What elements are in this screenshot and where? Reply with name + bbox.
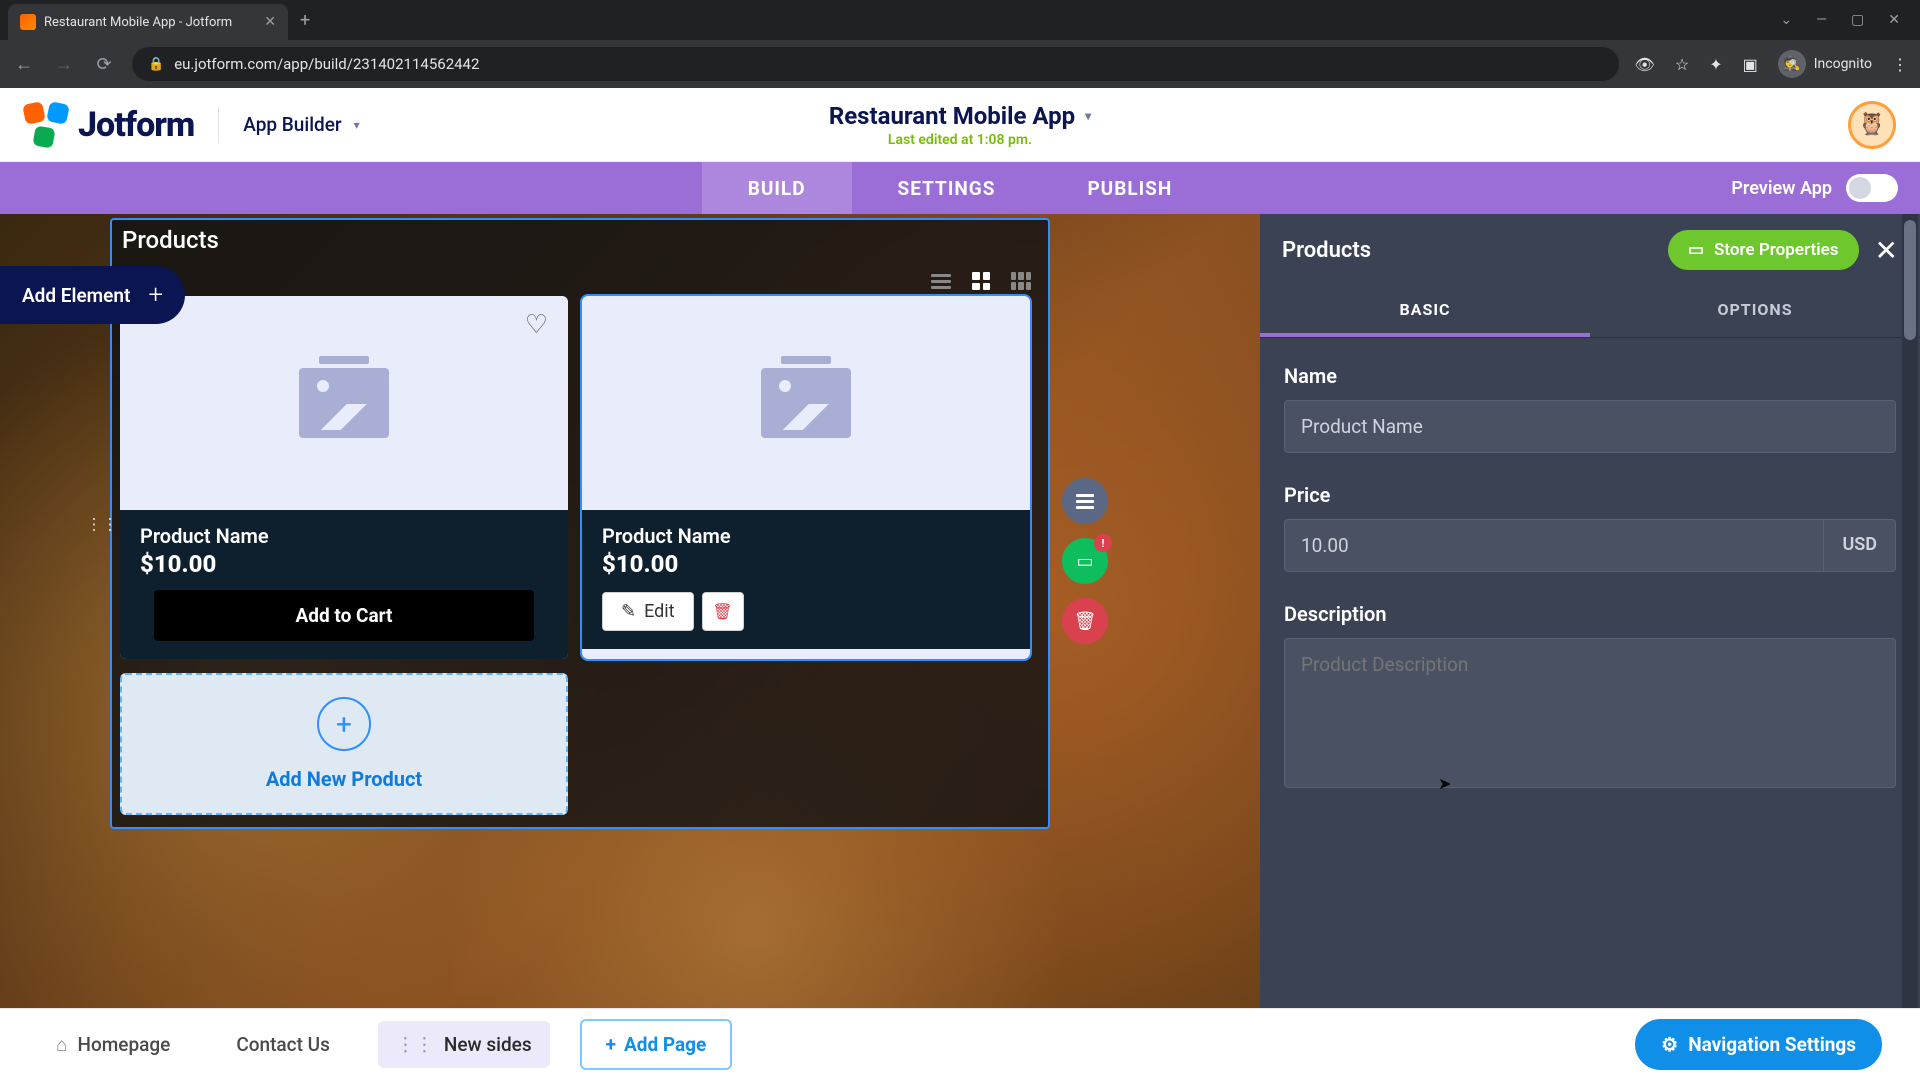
plus-icon: + (148, 280, 163, 310)
logo-mark (24, 103, 68, 147)
kebab-menu-icon[interactable]: ⋮ (1892, 55, 1908, 74)
chevron-down-icon: ▾ (1085, 109, 1091, 123)
product-name: Product Name (602, 524, 1010, 548)
view-grid3-icon[interactable] (1006, 268, 1036, 294)
page-contact[interactable]: Contact Us (218, 1021, 348, 1068)
logo-text: Jotform (78, 105, 194, 145)
products-heading: Products (120, 226, 1040, 254)
jotform-logo[interactable]: Jotform (24, 103, 194, 147)
products-editor: ⋮⋮ Products ♡ Product Name (110, 218, 1050, 829)
float-list-button[interactable] (1062, 478, 1108, 524)
add-element-label: Add Element (22, 284, 130, 307)
maximize-icon[interactable]: ▢ (1851, 12, 1864, 28)
divider (218, 107, 219, 143)
add-new-product-button[interactable]: + Add New Product (120, 673, 568, 815)
incognito-label: Incognito (1814, 56, 1872, 72)
price-input[interactable] (1284, 519, 1824, 572)
incognito-icon: 🕵️ (1778, 50, 1806, 78)
page-new-sides[interactable]: ⋮⋮ New sides (378, 1021, 550, 1068)
card-icon: ▭ (1076, 551, 1093, 572)
eye-off-icon[interactable]: 👁 (1635, 55, 1655, 74)
edit-product-button[interactable]: ✎ Edit (602, 592, 694, 631)
star-icon[interactable]: ☆ (1675, 55, 1689, 74)
plus-circle-icon: + (317, 697, 371, 751)
trash-icon: 🗑 (1074, 611, 1097, 632)
home-icon: ⌂ (56, 1033, 67, 1057)
drag-handle-icon[interactable]: ⋮⋮ (86, 514, 118, 533)
float-delete-button[interactable]: 🗑 (1062, 598, 1108, 644)
properties-panel: Products ▭ Store Properties ✕ BASIC OPTI… (1260, 214, 1920, 1008)
sidepanel-icon[interactable]: ▣ (1743, 55, 1758, 74)
address-bar[interactable]: 🔒 eu.jotform.com/app/build/2314021145624… (132, 47, 1619, 81)
lock-icon: 🔒 (148, 57, 164, 72)
extensions-icon[interactable]: ✦ (1709, 55, 1722, 74)
forward-button[interactable]: → (52, 54, 76, 75)
description-label: Description (1284, 602, 1896, 626)
view-list-icon[interactable] (926, 268, 956, 294)
user-avatar[interactable]: 🦉 (1848, 101, 1896, 149)
pencil-icon: ✎ (621, 601, 636, 622)
add-page-button[interactable]: + Add Page (580, 1019, 733, 1070)
minimize-icon[interactable]: — (1816, 12, 1827, 28)
app-builder-dropdown[interactable]: App Builder ▾ (243, 113, 359, 136)
name-label: Name (1284, 364, 1896, 388)
float-payment-button[interactable]: ▭ ! (1062, 538, 1108, 584)
product-image-placeholder: ♡ (120, 296, 568, 510)
last-edited: Last edited at 1:08 pm. (829, 132, 1091, 148)
image-placeholder-icon (761, 368, 851, 438)
alert-badge: ! (1094, 534, 1112, 552)
description-input[interactable] (1284, 638, 1896, 788)
preview-app-label: Preview App (1731, 178, 1832, 199)
tab-publish[interactable]: PUBLISH (1041, 162, 1218, 214)
tab-build[interactable]: BUILD (702, 162, 852, 214)
product-price: $10.00 (140, 550, 548, 578)
app-title[interactable]: Restaurant Mobile App ▾ (829, 102, 1091, 130)
page-homepage[interactable]: ⌂ Homepage (38, 1021, 188, 1069)
browser-tab[interactable]: Restaurant Mobile App - Jotform ✕ (8, 4, 288, 40)
tab-title: Restaurant Mobile App - Jotform (44, 15, 256, 30)
window-controls: ⌄ — ▢ ✕ (1780, 12, 1912, 28)
view-grid2-icon[interactable] (966, 268, 996, 294)
product-name: Product Name (140, 524, 548, 548)
trash-icon: 🗑 (712, 602, 732, 621)
name-input[interactable] (1284, 400, 1896, 453)
preview-toggle[interactable] (1846, 174, 1898, 202)
new-tab-button[interactable]: + (300, 10, 310, 31)
tab-basic[interactable]: BASIC (1260, 286, 1590, 337)
product-card[interactable]: ♡ Product Name $10.00 Add to Cart (120, 296, 568, 659)
tab-favicon (20, 14, 36, 30)
gear-icon: ⚙ (1661, 1033, 1678, 1056)
plus-icon: + (606, 1033, 616, 1056)
drag-dots-icon: ⋮⋮ (396, 1033, 434, 1056)
price-label: Price (1284, 483, 1896, 507)
heart-icon[interactable]: ♡ (525, 310, 548, 340)
scrollbar[interactable] (1902, 214, 1918, 1008)
product-image-placeholder (582, 296, 1030, 510)
delete-product-button[interactable]: 🗑 (702, 592, 744, 631)
close-window-icon[interactable]: ✕ (1888, 12, 1900, 28)
product-price: $10.00 (602, 550, 1010, 578)
close-tab-icon[interactable]: ✕ (264, 14, 276, 30)
image-placeholder-icon (299, 368, 389, 438)
tab-options[interactable]: OPTIONS (1590, 286, 1920, 337)
back-button[interactable]: ← (12, 54, 36, 75)
add-new-product-label: Add New Product (266, 767, 422, 791)
url-text: eu.jotform.com/app/build/231402114562442 (174, 55, 479, 73)
add-element-button[interactable]: Add Element + (0, 266, 185, 324)
reload-button[interactable]: ⟳ (92, 54, 116, 75)
add-to-cart-button[interactable]: Add to Cart (154, 590, 534, 641)
navigation-settings-button[interactable]: ⚙ Navigation Settings (1635, 1019, 1882, 1070)
chevron-down-icon: ▾ (354, 118, 360, 132)
currency-chip[interactable]: USD (1824, 519, 1896, 572)
tab-settings[interactable]: SETTINGS (852, 162, 1042, 214)
close-panel-icon[interactable]: ✕ (1875, 234, 1898, 267)
store-properties-button[interactable]: ▭ Store Properties (1668, 230, 1859, 270)
product-card-selected[interactable]: Product Name $10.00 ✎ Edit 🗑 (582, 296, 1030, 659)
storefront-icon: ▭ (1688, 240, 1704, 260)
app-builder-label: App Builder (243, 113, 341, 136)
chevron-down-icon[interactable]: ⌄ (1780, 12, 1792, 28)
panel-title: Products (1282, 238, 1371, 263)
